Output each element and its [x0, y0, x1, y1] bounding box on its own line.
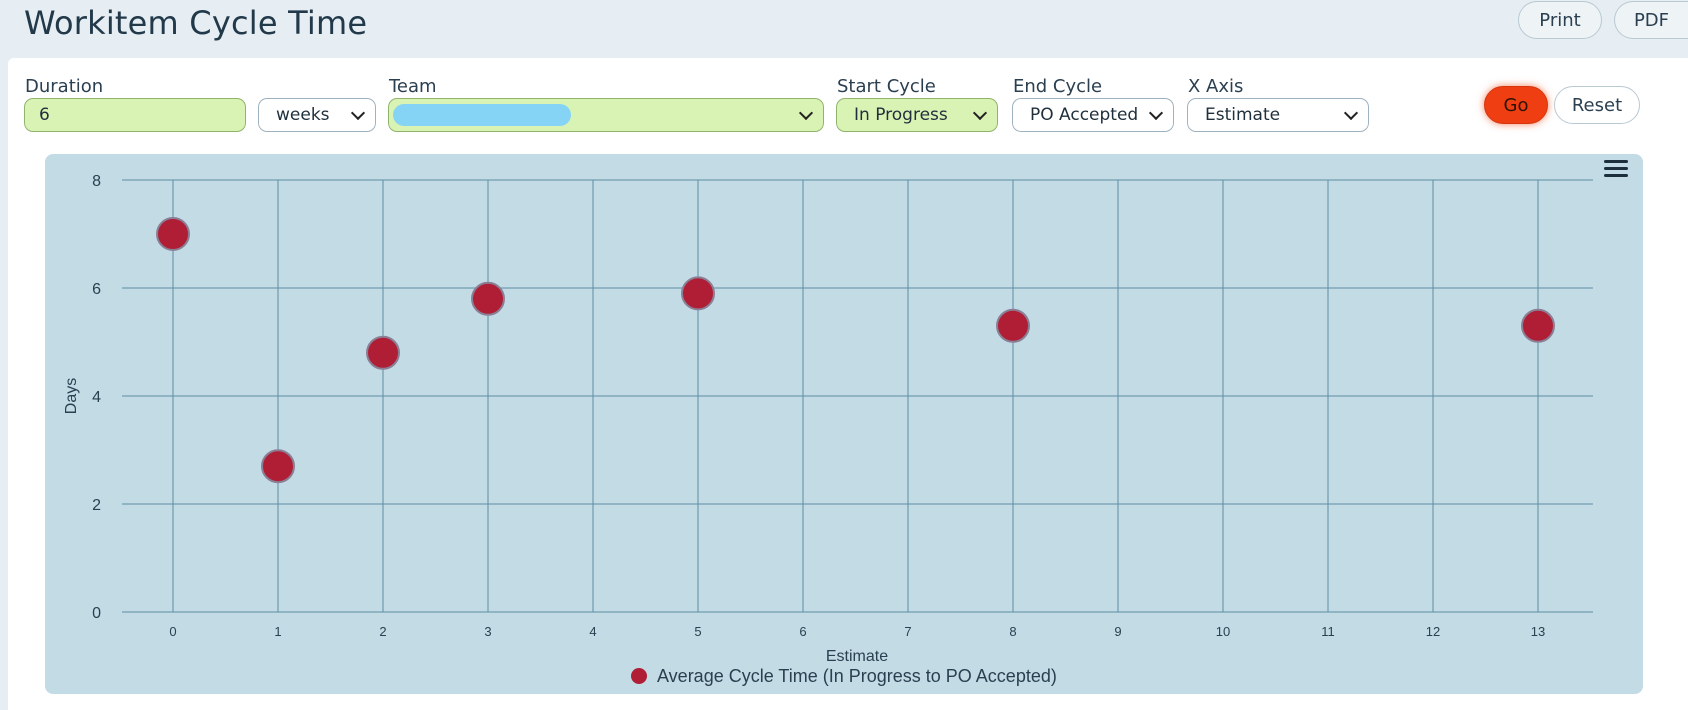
y-tick-label: 6 — [92, 281, 101, 298]
data-point — [1521, 308, 1555, 343]
scatter-chart: 024680 1 2 3 4 5 6 7 8 9 10 11 12 13EstimateDaysAvera… — [63, 173, 1593, 686]
y-axis-title: Days — [63, 378, 80, 414]
legend-label: Average Cycle Time (In Progress to PO Ac… — [657, 666, 1057, 686]
x-tick-label: 4 — [589, 624, 596, 639]
data-point — [156, 217, 190, 251]
x-tick-label: 6 — [799, 624, 806, 639]
y-tick-label: 4 — [92, 389, 101, 406]
data-point — [366, 335, 400, 370]
data-point — [261, 449, 295, 484]
x-tick-label: 0 — [169, 624, 176, 639]
x-tick-label: 8 — [1009, 624, 1016, 639]
x-tick-label: 11 — [1321, 624, 1335, 639]
x-axis-title: Estimate — [826, 648, 888, 665]
x-tick-label: 7 — [904, 624, 911, 639]
data-point — [681, 276, 715, 311]
x-tick-label: 2 — [379, 624, 386, 639]
x-tick-label: 10 — [1216, 624, 1230, 639]
x-tick-label: 5 — [694, 624, 701, 639]
x-tick-label: 1 — [274, 624, 281, 639]
data-point — [996, 308, 1030, 343]
chart-menu-icon[interactable] — [1604, 160, 1628, 180]
y-tick-label: 2 — [92, 497, 101, 514]
y-tick-label: 0 — [92, 605, 101, 622]
x-tick-label: 12 — [1426, 624, 1440, 639]
data-point — [471, 281, 505, 316]
y-tick-label: 8 — [92, 173, 101, 190]
legend-marker — [631, 668, 647, 684]
x-tick-label: 9 — [1114, 624, 1121, 639]
x-tick-label: 13 — [1531, 624, 1545, 639]
x-tick-label: 3 — [484, 624, 491, 639]
